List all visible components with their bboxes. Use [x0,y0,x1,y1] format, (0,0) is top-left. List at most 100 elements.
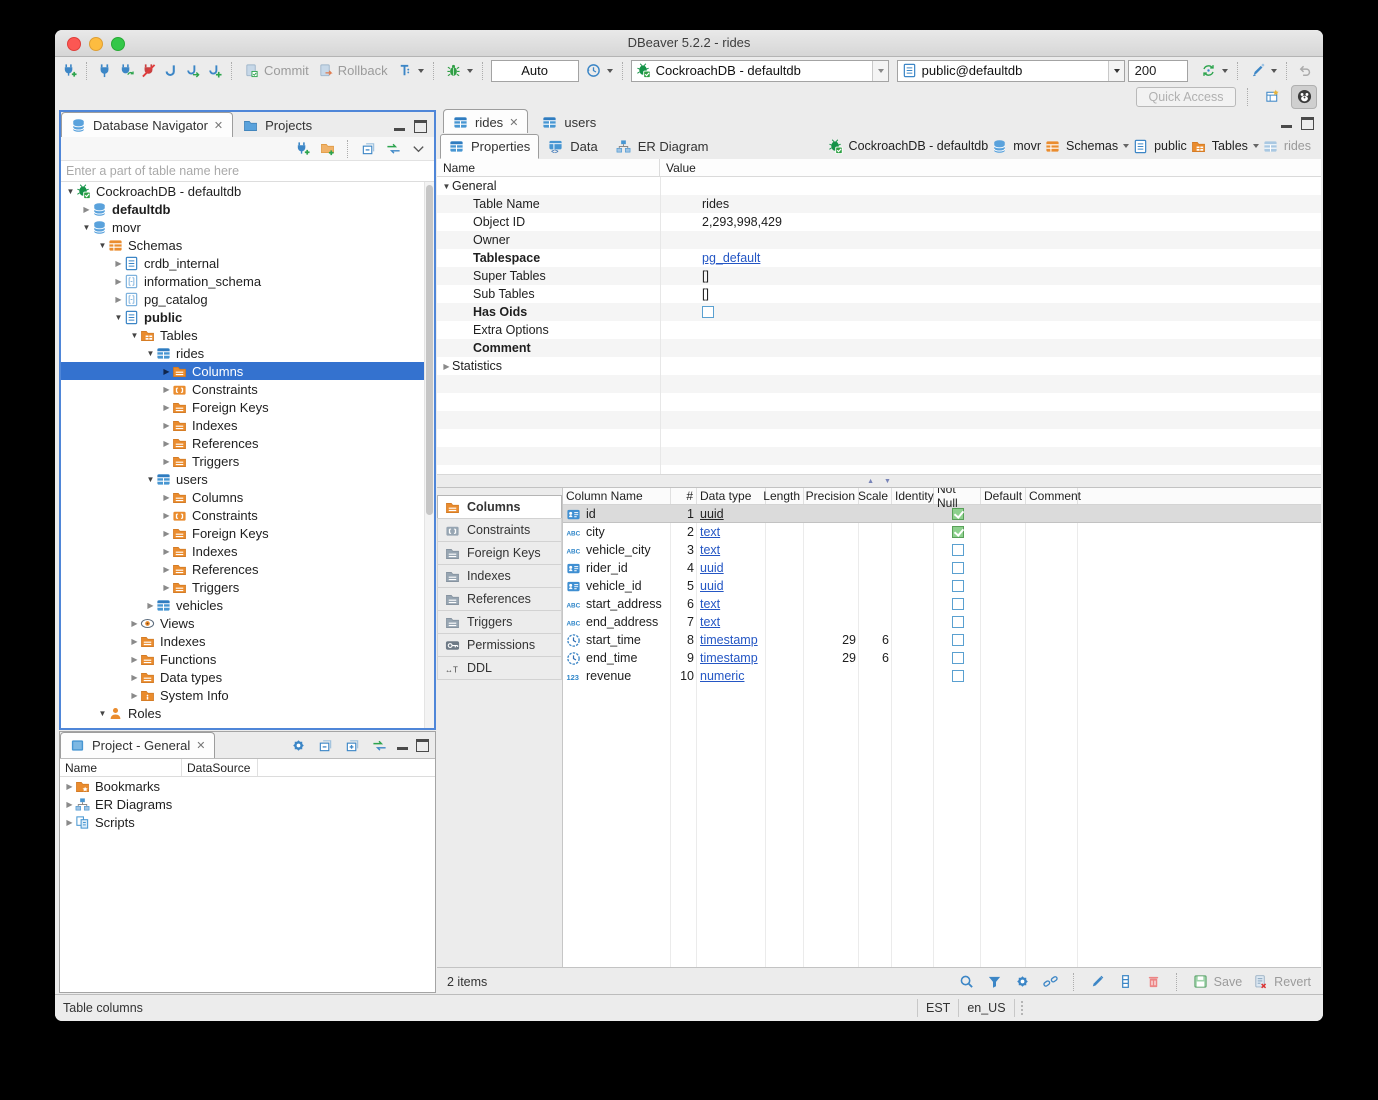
expander-icon[interactable]: ▶ [129,673,140,682]
navigator-scrollbar[interactable] [424,182,434,728]
column-row-end_address[interactable]: ABCend_address7text [563,613,1321,631]
expander-icon[interactable]: ▶ [81,205,92,214]
expander-icon[interactable]: ▶ [129,619,140,628]
detail-tab-columns[interactable]: Columns [437,495,562,519]
tree-item-foreign-keys[interactable]: ▶Foreign Keys [61,524,434,542]
expander-icon[interactable]: ▶ [145,601,156,610]
tree-item-columns[interactable]: ▶Columns [61,362,434,380]
tree-item-pg-catalog[interactable]: ▶pg_catalog [61,290,434,308]
maximize-view-icon[interactable] [414,120,427,133]
column-row-vehicle_city[interactable]: ABCvehicle_city3text [563,541,1321,559]
commit-button[interactable]: Commit [240,61,311,80]
column-type-link[interactable]: timestamp [700,633,758,647]
expander-icon[interactable]: ▼ [81,223,92,232]
detail-tab-constraints[interactable]: Constraints [437,518,562,542]
new-folder-icon[interactable] [318,139,337,158]
minimize-window-button[interactable] [89,37,103,51]
breadcrumb-item-rides[interactable]: rides [1263,138,1311,154]
property-row-general[interactable]: ▼General [437,177,1321,195]
column-row-city[interactable]: ABCcity2text [563,523,1321,541]
gear-icon[interactable] [1013,972,1032,991]
expander-icon[interactable]: ▶ [64,782,75,791]
expander-icon[interactable]: ▶ [64,818,75,827]
sash-up-icon[interactable]: ▲ [867,478,874,485]
expander-icon[interactable]: ▶ [161,547,172,556]
expander-icon[interactable]: ▶ [129,691,140,700]
tree-item-rides[interactable]: ▼rides [61,344,434,362]
project-col-name[interactable]: Name [60,759,182,776]
close-icon[interactable]: ✕ [196,739,205,752]
chevron-down-icon[interactable] [1253,144,1259,148]
format-button[interactable] [1246,61,1279,80]
expander-icon[interactable]: ▶ [161,367,172,376]
expander-icon[interactable]: ▶ [161,565,172,574]
close-icon[interactable]: ✕ [214,119,223,132]
column-row-rider_id[interactable]: rider_id4uuid [563,559,1321,577]
tree-item-cockroachdb-defaultdb[interactable]: ▼CockroachDB - defaultdb [61,182,434,200]
expander-icon[interactable]: ▶ [161,583,172,592]
tab-projects[interactable]: Projects [233,112,322,137]
maximize-editor-icon[interactable] [1301,117,1314,130]
tree-item-users[interactable]: ▼users [61,470,434,488]
link-icon[interactable] [1041,972,1060,991]
view-menu-icon[interactable] [409,139,428,158]
tree-item-views[interactable]: ▶Views [61,614,434,632]
fetch-size-input[interactable]: 200 [1128,60,1188,82]
column-type-link[interactable]: uuid [700,579,724,593]
sql-editor-icon[interactable] [161,61,180,80]
expander-icon[interactable]: ▶ [441,362,452,371]
expander-icon[interactable]: ▶ [161,421,172,430]
grid-header-comment[interactable]: Comment [1026,488,1078,504]
open-sql-editor-icon[interactable] [183,61,202,80]
zoom-window-button[interactable] [111,37,125,51]
tree-item-indexes[interactable]: ▶Indexes [61,542,434,560]
tree-item-triggers[interactable]: ▶Triggers [61,578,434,596]
minimize-view-icon[interactable] [397,742,408,750]
column-type-link[interactable]: text [700,615,720,629]
not-null-checkbox[interactable] [952,562,964,574]
expander-icon[interactable]: ▶ [113,277,124,286]
collapse-all-icon[interactable] [359,139,378,158]
tree-item-triggers[interactable]: ▶Triggers [61,452,434,470]
tab-project-general[interactable]: Project - General ✕ [60,732,215,758]
detail-tab-triggers[interactable]: Triggers [437,610,562,634]
save-button[interactable]: Save [1191,972,1243,991]
collapse-all-icon[interactable] [316,736,335,755]
chevron-down-icon[interactable] [1123,144,1129,148]
dbeaver-perspective-button[interactable] [1291,85,1317,109]
column-type-link[interactable]: numeric [700,669,744,683]
invalidate-connection-icon[interactable] [117,61,136,80]
expander-icon[interactable]: ▶ [129,637,140,646]
commit-mode-combo[interactable]: Auto [491,60,579,82]
project-item-bookmarks[interactable]: ▶Bookmarks [60,777,435,795]
tab-database-navigator[interactable]: Database Navigator ✕ [61,112,233,137]
detail-tab-references[interactable]: References [437,587,562,611]
table-filter-input[interactable]: Enter a part of table name here [61,161,434,182]
column-row-start_time[interactable]: start_time8timestamp296 [563,631,1321,649]
props-col-value[interactable]: Value [660,159,696,176]
tree-item-references[interactable]: ▶References [61,560,434,578]
link-with-editor-icon[interactable] [384,139,403,158]
has-oids-checkbox[interactable] [702,306,714,318]
tree-item-defaultdb[interactable]: ▶defaultdb [61,200,434,218]
not-null-checkbox[interactable] [952,526,964,538]
new-connection-icon[interactable] [60,61,79,80]
subtab-er-diagram[interactable]: ER Diagram [607,134,718,159]
tree-item-schemas[interactable]: ▼Schemas [61,236,434,254]
tree-item-columns[interactable]: ▶Columns [61,488,434,506]
not-null-checkbox[interactable] [952,670,964,682]
column-type-link[interactable]: text [700,597,720,611]
column-row-vehicle_id[interactable]: vehicle_id5uuid [563,577,1321,595]
not-null-checkbox[interactable] [952,634,964,646]
tree-item-data-types[interactable]: ▶Data types [61,668,434,686]
expander-icon[interactable]: ▶ [161,511,172,520]
grid-header-column-name[interactable]: Column Name [563,488,671,504]
detail-tab-permissions[interactable]: Permissions [437,633,562,657]
minimize-view-icon[interactable] [394,123,405,131]
tree-item-references[interactable]: ▶References [61,434,434,452]
tree-item-information-schema[interactable]: ▶information_schema [61,272,434,290]
editor-tab-rides[interactable]: rides✕ [443,109,528,134]
delete-icon[interactable] [1144,972,1163,991]
grid-header-data-type[interactable]: Data type [697,488,766,504]
expander-icon[interactable]: ▶ [113,259,124,268]
